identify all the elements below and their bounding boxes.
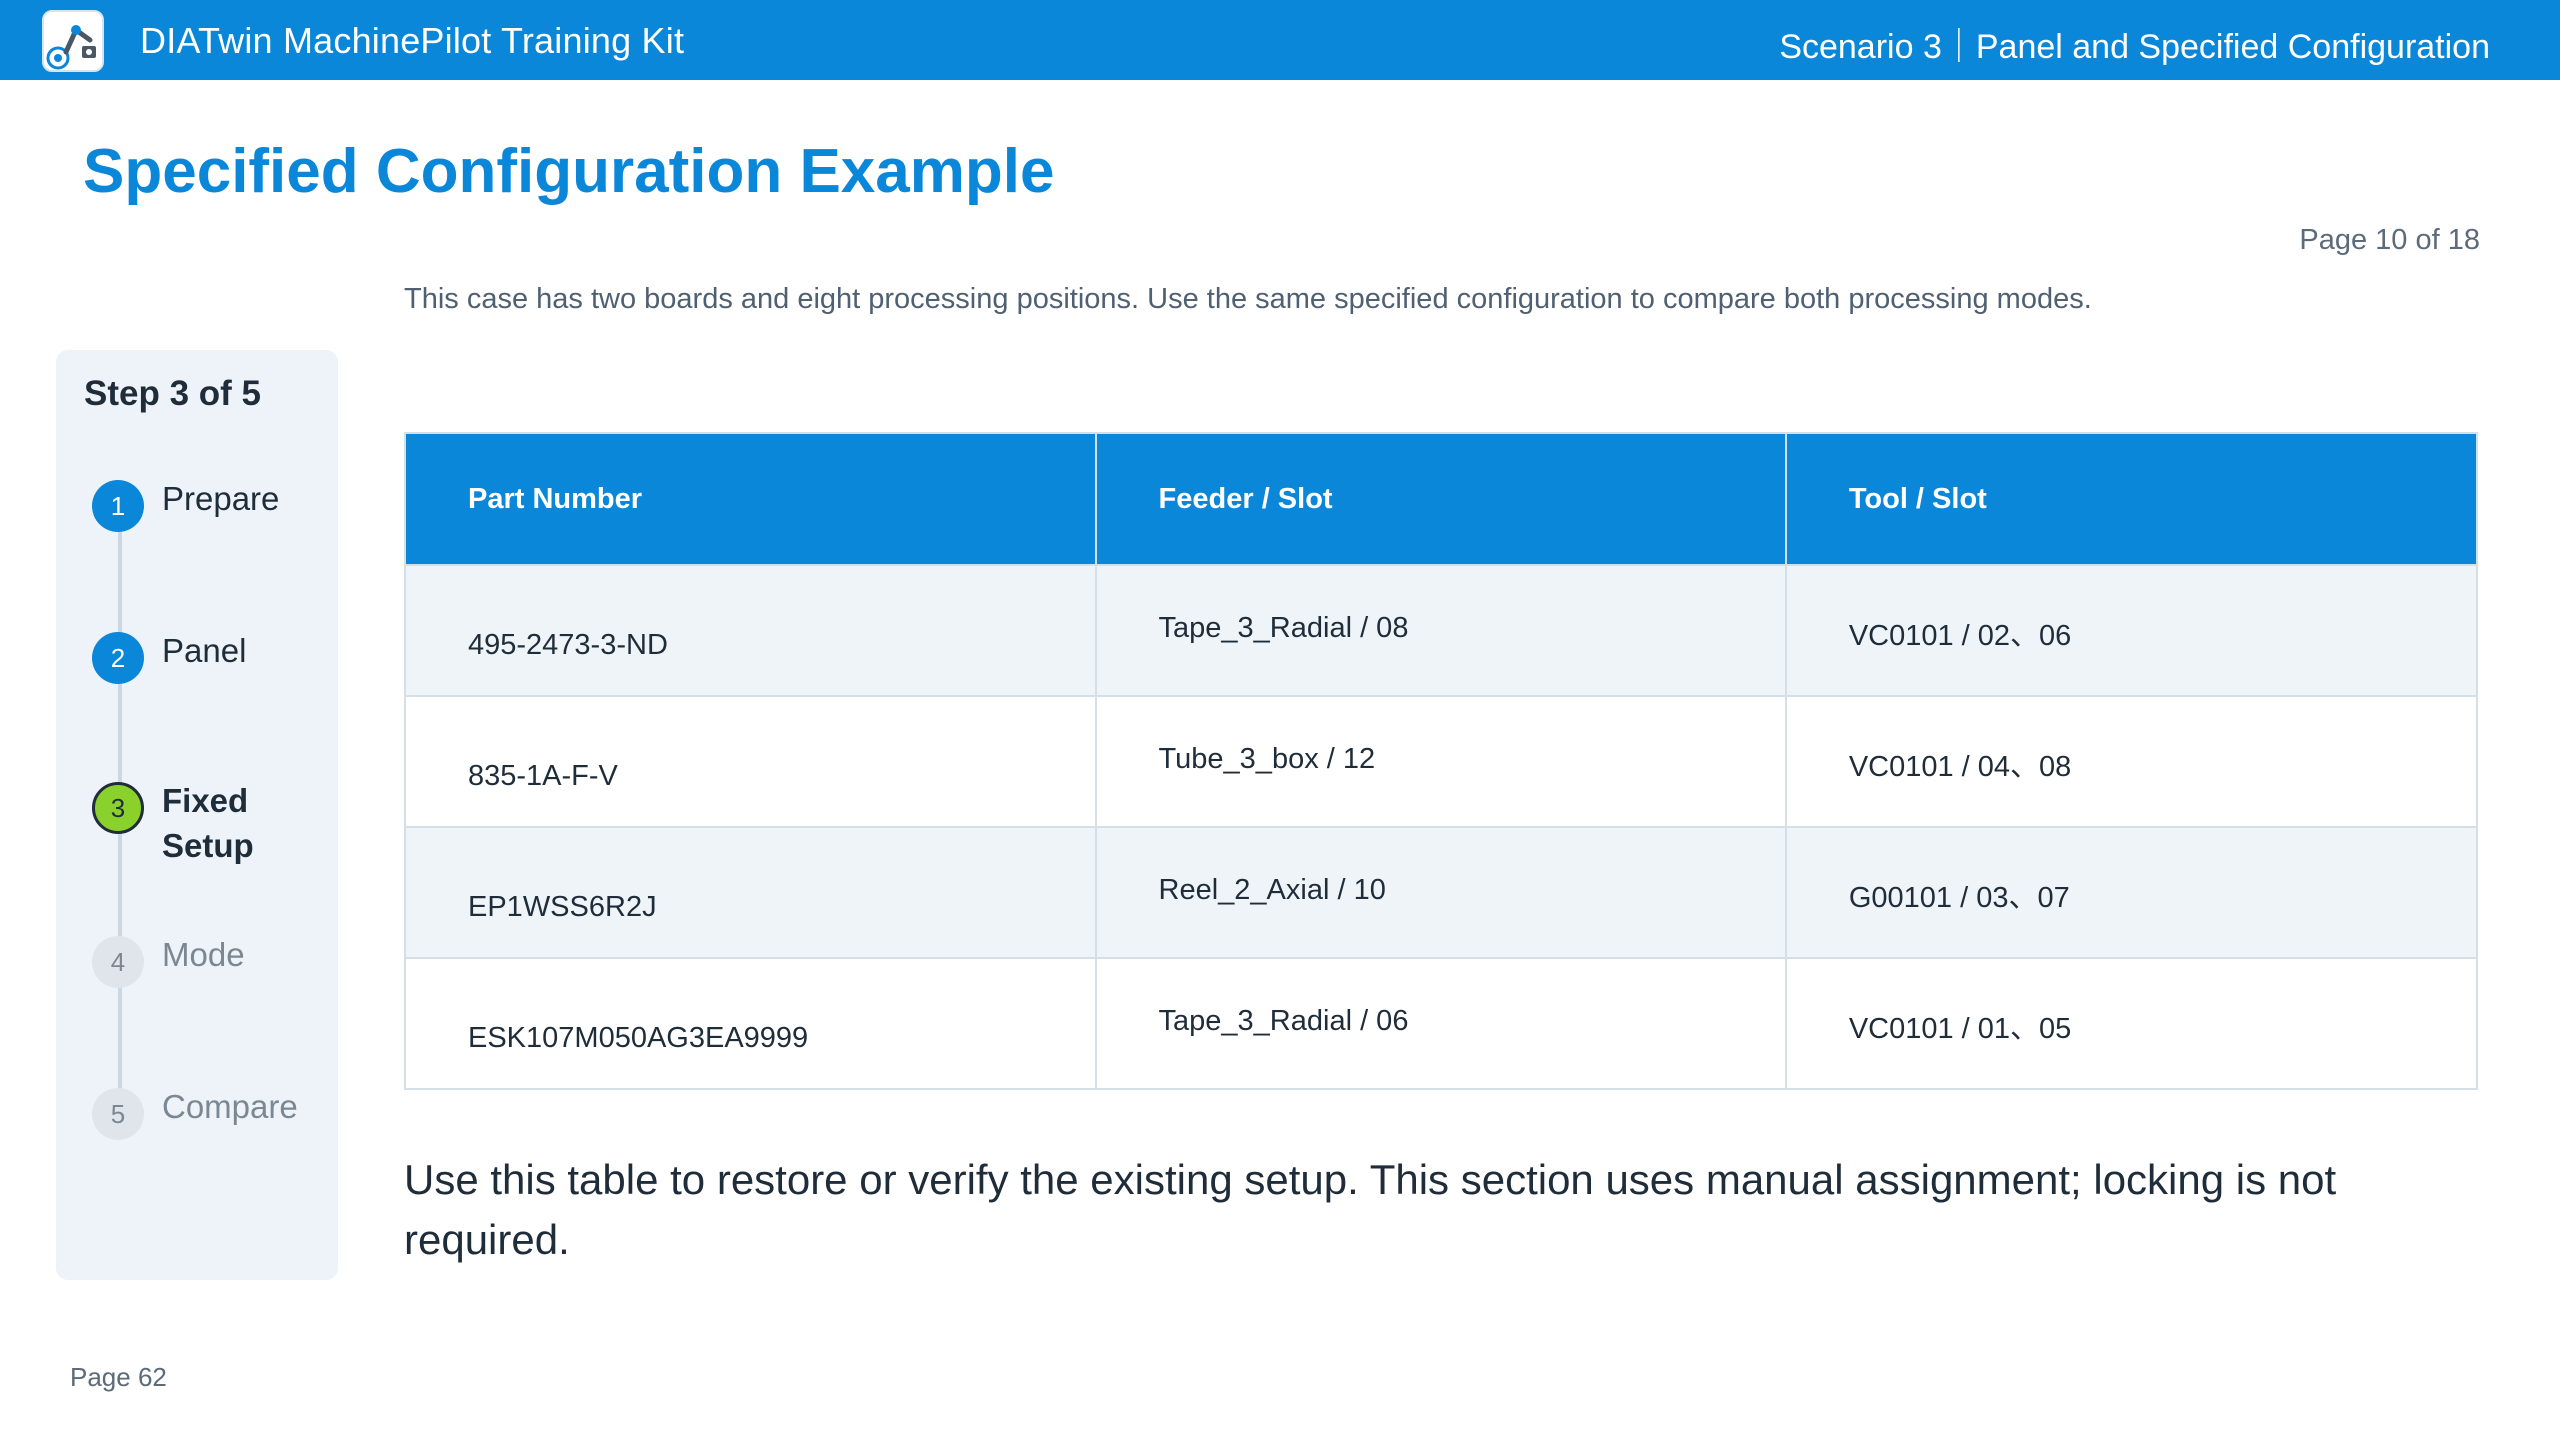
tool-slot-cell: VC0101 / 02、06 — [1784, 564, 2479, 697]
step-number-badge: 5 — [92, 1088, 144, 1140]
table-header-row: Part Number Feeder / Slot Tool / Slot — [404, 432, 2479, 566]
footer-page-number: Page 62 — [70, 1362, 167, 1392]
tool-slot-cell: VC0101 / 04、08 — [1784, 695, 2479, 828]
part-number-cell: 495-2473-3-ND — [404, 564, 1097, 697]
page-title: Specified Configuration Example — [83, 137, 1055, 206]
feeder-slot-cell: Reel_2_Axial / 10 — [1094, 826, 1787, 959]
step-label: Prepare — [162, 480, 280, 517]
step-label: Compare — [162, 1088, 298, 1125]
step-number-badge: 4 — [92, 936, 144, 988]
step-heading: Step 3 of 5 — [84, 374, 261, 413]
part-number-cell: 835-1A-F-V — [404, 695, 1097, 828]
intro-text: This case has two boards and eight proce… — [404, 283, 2092, 315]
part-number-cell: EP1WSS6R2J — [404, 826, 1097, 959]
step-label: Panel — [162, 632, 247, 669]
step-sidebar: Step 3 of 5 1 Prepare 2 Panel 3 Fixed Se… — [56, 350, 338, 1280]
configuration-table: Part Number Feeder / Slot Tool / Slot 49… — [404, 432, 2479, 1090]
column-header-tool-slot: Tool / Slot — [1784, 432, 2479, 566]
step-label: Mode — [162, 936, 245, 973]
top-bar: DIATwin MachinePilot Training Kit Scenar… — [0, 0, 2560, 80]
table-row: 835-1A-F-V Tube_3_box / 12 VC0101 / 04、0… — [404, 695, 2479, 828]
feeder-slot-cell: Tape_3_Radial / 06 — [1094, 957, 1787, 1090]
table-row: EP1WSS6R2J Reel_2_Axial / 10 G00101 / 03… — [404, 826, 2479, 959]
column-header-feeder-slot: Feeder / Slot — [1094, 432, 1787, 566]
column-header-part-number: Part Number — [404, 432, 1097, 566]
tool-slot-cell: VC0101 / 01、05 — [1784, 957, 2479, 1090]
app-title: DIATwin MachinePilot Training Kit — [140, 20, 685, 61]
feeder-slot-cell: Tape_3_Radial / 08 — [1094, 564, 1787, 697]
feeder-slot-cell: Tube_3_box / 12 — [1094, 695, 1787, 828]
table-row: 495-2473-3-ND Tape_3_Radial / 08 VC0101 … — [404, 564, 2479, 697]
step-number-badge: 1 — [92, 480, 144, 532]
tool-slot-cell: G00101 / 03、07 — [1784, 826, 2479, 959]
scenario-title: Scenario 3｜Panel and Specified Configura… — [1779, 28, 2490, 66]
part-number-cell: ESK107M050AG3EA9999 — [404, 957, 1097, 1090]
step-number-badge: 3 — [92, 782, 144, 834]
page-counter: Page 10 of 18 — [2299, 224, 2480, 256]
step-number-badge: 2 — [92, 632, 144, 684]
instruction-note: Use this table to restore or verify the … — [404, 1156, 2337, 1263]
table-row: ESK107M050AG3EA9999 Tape_3_Radial / 06 V… — [404, 957, 2479, 1090]
robot-arm-logo-icon — [42, 10, 104, 72]
step-label: Fixed Setup — [162, 782, 254, 864]
